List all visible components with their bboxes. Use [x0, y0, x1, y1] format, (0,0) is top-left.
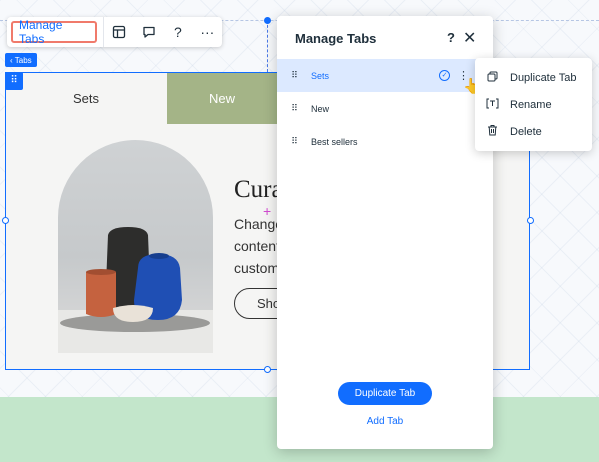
drag-handle-icon[interactable]: ⠿: [5, 72, 23, 90]
menu-item-rename[interactable]: Rename: [475, 91, 592, 118]
trash-icon: [475, 124, 510, 139]
resize-handle-bottom[interactable]: [264, 366, 271, 373]
tab-list-item-label: Sets: [311, 70, 330, 81]
add-tab-link[interactable]: Add Tab: [277, 416, 493, 427]
tab-list-item-label: Best sellers: [311, 136, 358, 147]
tab-list-item-best-sellers[interactable]: ⠿ Best sellers: [277, 125, 493, 158]
more-icon[interactable]: ···: [193, 17, 222, 47]
rename-icon: [475, 98, 510, 112]
body-text-line: custom: [234, 260, 277, 276]
tab-context-menu: Duplicate Tab Rename Delete: [475, 58, 592, 151]
help-icon[interactable]: ?: [163, 17, 192, 47]
element-name-tag[interactable]: ‹ Tabs: [5, 53, 37, 67]
add-element-marker: +: [263, 203, 272, 219]
layout-icon[interactable]: [104, 17, 133, 47]
resize-handle-right[interactable]: [527, 217, 534, 224]
manage-tabs-button[interactable]: Manage Tabs: [11, 18, 98, 46]
panel-title: Manage Tabs: [295, 31, 377, 46]
product-image: [58, 140, 213, 353]
menu-item-label: Duplicate Tab: [510, 71, 577, 84]
tab-list-item-label: New: [311, 103, 330, 114]
tab-list-item-sets[interactable]: ⠿ Sets ✓ ⋮ 👆: [277, 59, 493, 95]
tab-list-item-new[interactable]: ⠿ New: [277, 92, 493, 125]
element-toolbar: Manage Tabs ? ···: [7, 17, 222, 47]
drag-handle-icon[interactable]: ⠿: [277, 70, 311, 81]
duplicate-icon: [475, 71, 510, 85]
help-icon[interactable]: ?: [447, 30, 455, 45]
resize-handle-left[interactable]: [2, 217, 9, 224]
manage-tabs-panel: Manage Tabs ? ✕ ⠿ Sets ✓ ⋮ 👆 ⠿ New ⠿ Bes…: [277, 16, 493, 449]
comment-icon[interactable]: [134, 17, 163, 47]
drag-handle-icon[interactable]: ⠿: [277, 103, 311, 114]
close-icon[interactable]: ✕: [463, 28, 476, 48]
menu-item-label: Delete: [510, 125, 542, 138]
check-icon: ✓: [439, 70, 450, 81]
menu-item-duplicate-tab[interactable]: Duplicate Tab: [475, 64, 592, 91]
vertical-guide-line: [267, 20, 268, 72]
guide-handle[interactable]: [264, 17, 271, 24]
duplicate-tab-button[interactable]: Duplicate Tab: [338, 382, 432, 405]
canvas-tab-new[interactable]: New: [167, 73, 277, 124]
menu-item-delete[interactable]: Delete: [475, 118, 592, 145]
content-heading: Cura: [234, 176, 277, 203]
body-text-line: content: [234, 238, 277, 254]
canvas-tab-sets[interactable]: Sets: [6, 73, 166, 124]
menu-item-label: Rename: [510, 98, 552, 111]
drag-handle-icon[interactable]: ⠿: [277, 136, 311, 147]
